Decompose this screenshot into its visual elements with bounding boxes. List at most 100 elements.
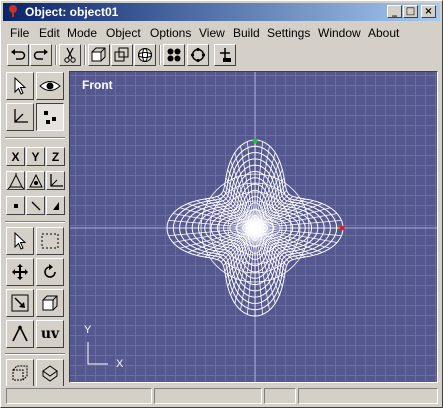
corner-axis-icon bbox=[49, 173, 63, 187]
eye-icon bbox=[39, 81, 61, 91]
snap-button[interactable] bbox=[214, 44, 236, 66]
rotate-arrow-icon bbox=[44, 264, 56, 278]
toolbar-separator bbox=[159, 45, 161, 65]
wire-cube-icon bbox=[114, 47, 129, 62]
bend-icon bbox=[12, 325, 28, 342]
extrude-box-icon bbox=[42, 295, 58, 311]
axis-icon bbox=[14, 109, 28, 123]
corner-axis-button[interactable] bbox=[46, 171, 65, 190]
application-window: Object: object01 _ □ × File Edit Mode Ob… bbox=[0, 0, 443, 408]
wire-box-icon bbox=[12, 365, 28, 381]
face-icon bbox=[52, 201, 59, 210]
arrow-pointer-icon bbox=[14, 77, 27, 95]
edge-icon bbox=[31, 201, 40, 210]
menu-file[interactable]: File bbox=[10, 26, 29, 40]
cube-icon bbox=[91, 47, 106, 62]
scale-arrow-icon bbox=[11, 294, 29, 312]
status-bar bbox=[3, 387, 440, 405]
top-vertex-marker[interactable] bbox=[252, 138, 258, 144]
palette-separator bbox=[5, 137, 65, 139]
arrow-pointer-icon bbox=[14, 232, 27, 250]
palette-separator bbox=[5, 221, 65, 223]
menu-mode[interactable]: Mode bbox=[67, 26, 97, 40]
status-panel bbox=[154, 388, 262, 404]
scissors-icon bbox=[64, 47, 76, 63]
face-select-button[interactable] bbox=[46, 196, 65, 215]
four-dots-icon bbox=[167, 48, 181, 62]
gizmo-axes bbox=[87, 342, 108, 365]
menu-view[interactable]: View bbox=[199, 26, 225, 40]
minimize-button[interactable]: _ bbox=[387, 5, 402, 18]
front-viewport[interactable]: Front Y X bbox=[69, 71, 438, 383]
lattice-icon bbox=[42, 365, 58, 382]
bend-tool-button[interactable] bbox=[6, 320, 34, 348]
point-icon bbox=[13, 203, 18, 208]
axis-z-button[interactable]: Z bbox=[46, 147, 65, 166]
uv-mapping-button[interactable]: uv bbox=[36, 320, 64, 348]
redo-button[interactable] bbox=[30, 44, 52, 66]
toolbar-separator bbox=[84, 45, 86, 65]
point-select-button[interactable] bbox=[6, 196, 25, 215]
vertex-dots-icon bbox=[44, 111, 56, 124]
toolbar-separator bbox=[55, 45, 57, 65]
scale-tool-button[interactable] bbox=[6, 289, 34, 317]
box-object-button[interactable] bbox=[88, 44, 110, 66]
status-panel bbox=[6, 388, 152, 404]
undo-icon bbox=[11, 49, 26, 60]
snap-icon bbox=[220, 48, 231, 62]
status-panel bbox=[264, 388, 296, 404]
cut-button[interactable] bbox=[59, 44, 81, 66]
main-toolbar bbox=[3, 42, 440, 68]
wireframe-box-button[interactable] bbox=[111, 44, 133, 66]
wireframe-mesh[interactable] bbox=[166, 138, 345, 317]
menu-options[interactable]: Options bbox=[150, 26, 191, 40]
lattice-view-button[interactable] bbox=[36, 359, 64, 386]
dashed-rectangle-icon bbox=[41, 233, 59, 249]
triangle-dot-icon bbox=[28, 173, 43, 187]
points-button[interactable] bbox=[163, 44, 185, 66]
sphere-object-button[interactable] bbox=[134, 44, 156, 66]
menu-edit[interactable]: Edit bbox=[39, 26, 60, 40]
move-arrows-icon bbox=[12, 264, 28, 280]
sphere-icon bbox=[138, 48, 152, 62]
move-triangle-button[interactable] bbox=[6, 171, 25, 190]
axis-y-button[interactable]: Y bbox=[26, 147, 45, 166]
extrude-tool-button[interactable] bbox=[36, 289, 64, 317]
axis-x-button[interactable]: X bbox=[6, 147, 25, 166]
wire-box-view-button[interactable] bbox=[6, 359, 34, 386]
viewport-label: Front bbox=[82, 78, 113, 92]
palette-separator bbox=[5, 353, 65, 355]
app-icon[interactable] bbox=[6, 4, 20, 18]
axis-gizmo bbox=[87, 342, 108, 365]
marquee-select-button[interactable] bbox=[36, 227, 64, 255]
menu-about[interactable]: About bbox=[368, 26, 399, 40]
scale-triangle-button[interactable] bbox=[26, 171, 45, 190]
gizmo-y-label: Y bbox=[84, 324, 92, 336]
rotate-view-button[interactable] bbox=[187, 44, 209, 66]
maximize-button[interactable]: □ bbox=[403, 5, 418, 18]
menu-window[interactable]: Window bbox=[318, 26, 361, 40]
redo-icon bbox=[33, 49, 48, 60]
undo-button[interactable] bbox=[7, 44, 29, 66]
menu-settings[interactable]: Settings bbox=[267, 26, 310, 40]
select-tool-button[interactable] bbox=[6, 72, 34, 100]
axis-view-button[interactable] bbox=[6, 103, 34, 131]
vertex-mode-button[interactable] bbox=[36, 103, 64, 131]
viewport-canvas[interactable] bbox=[70, 72, 437, 382]
menu-object[interactable]: Object bbox=[106, 26, 141, 40]
view-eye-button[interactable] bbox=[36, 72, 64, 100]
triangle-arrows-icon bbox=[7, 172, 24, 189]
pointer-tool-button[interactable] bbox=[6, 227, 34, 255]
status-panel bbox=[298, 388, 438, 404]
close-button[interactable]: × bbox=[421, 5, 436, 18]
right-vertex-marker[interactable] bbox=[339, 225, 345, 231]
menu-bar: File Edit Mode Object Options View Build… bbox=[3, 23, 440, 41]
window-title: Object: object01 bbox=[25, 5, 119, 19]
move-tool-button[interactable] bbox=[6, 258, 34, 286]
title-bar[interactable]: Object: object01 _ □ × bbox=[3, 3, 440, 21]
rotate-tool-button[interactable] bbox=[36, 258, 64, 286]
gizmo-x-label: X bbox=[116, 358, 124, 370]
edge-select-button[interactable] bbox=[26, 196, 45, 215]
rotate-ring-icon bbox=[190, 47, 206, 63]
menu-build[interactable]: Build bbox=[233, 26, 260, 40]
